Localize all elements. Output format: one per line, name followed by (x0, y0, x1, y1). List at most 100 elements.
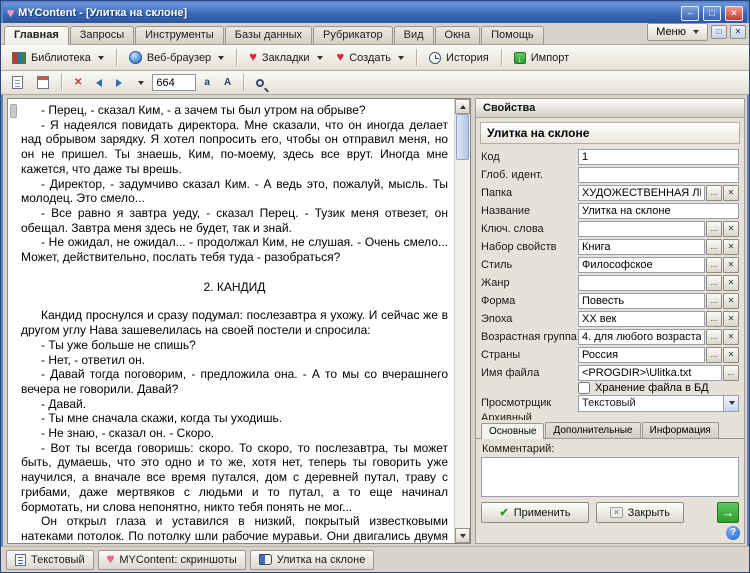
menu-tab[interactable]: Рубрикатор (313, 26, 393, 44)
app-heart-icon: ♥ (7, 6, 15, 20)
lookup-dots-button[interactable]: ... (706, 347, 722, 363)
go-next-button[interactable]: → (717, 502, 739, 523)
page-view-button[interactable] (6, 73, 29, 92)
clear-x-button[interactable]: ✕ (723, 275, 739, 291)
scroll-up-button[interactable] (455, 99, 470, 114)
property-value-input[interactable] (578, 293, 705, 309)
clear-x-button[interactable]: ✕ (723, 329, 739, 345)
create-button[interactable]: Создать (331, 48, 411, 67)
property-value-input[interactable] (578, 311, 705, 327)
menu-tab[interactable]: Окна (434, 26, 481, 44)
clear-x-button[interactable]: ✕ (723, 293, 739, 309)
properties-tab[interactable]: Информация (641, 422, 719, 438)
apply-button[interactable]: ✔ Применить (481, 502, 589, 523)
title-bar[interactable]: ♥ MYContent - [Улитка на склоне] – □ ✕ (3, 3, 747, 23)
font-increase-button[interactable]: A (218, 74, 237, 91)
clear-x-button[interactable]: ✕ (723, 221, 739, 237)
search-icon (256, 78, 265, 87)
library-button[interactable]: Библиотека (6, 49, 110, 67)
close-button[interactable]: ✕ (725, 5, 743, 21)
arrow-right-icon: → (721, 505, 735, 520)
text-viewer-pane: - Перец, - сказал Ким, - а зачем ты был … (7, 98, 471, 544)
property-value-input[interactable] (578, 149, 739, 165)
menu-tab[interactable]: Базы данных (224, 26, 313, 44)
viewer-label: Просмотрщик (481, 397, 552, 410)
property-value-input[interactable] (578, 347, 705, 363)
properties-tab[interactable]: Дополнительные (545, 422, 641, 438)
property-value-input[interactable] (578, 365, 722, 381)
red-x-icon: ✕ (74, 77, 83, 88)
property-value-input[interactable] (578, 275, 705, 291)
menu-tab[interactable]: Помощь (481, 26, 544, 44)
clear-x-button[interactable]: ✕ (723, 257, 739, 273)
lookup-dots-button[interactable]: ... (706, 257, 722, 273)
lookup-dots-button[interactable]: ... (706, 239, 722, 255)
property-row: Жанр... ✕ (481, 274, 739, 292)
viewer-dropdown-button[interactable] (723, 395, 738, 411)
menu-button[interactable]: Меню (647, 23, 708, 41)
menu-tab[interactable]: Запросы (69, 26, 135, 44)
mdi-close-button[interactable]: ✕ (730, 25, 746, 39)
property-label: Название (481, 205, 531, 217)
document-text[interactable]: - Перец, - сказал Ким, - а зачем ты был … (8, 99, 454, 543)
main-toolbar: Библиотека Веб-браузер Закладки Создать … (1, 45, 749, 71)
clear-x-button[interactable]: ✕ (723, 185, 739, 201)
viewer-value: Текстовый (582, 397, 636, 410)
scrollbar-track[interactable] (455, 114, 470, 528)
text-viewer-icon (15, 553, 26, 566)
toolbar-separator (61, 74, 62, 91)
property-value-input[interactable] (578, 239, 705, 255)
scroll-down-button[interactable] (455, 528, 470, 543)
menu-tab[interactable]: Главная (4, 26, 69, 45)
status-tab[interactable]: MYContent: скриншоты (97, 549, 246, 570)
property-value-input[interactable] (578, 257, 705, 273)
mdi-restore-button[interactable]: □ (711, 25, 727, 39)
lookup-dots-button[interactable]: ... (706, 185, 722, 201)
scrollbar-thumb[interactable] (456, 114, 469, 160)
clear-x-button[interactable]: ✕ (723, 311, 739, 327)
comment-textarea[interactable] (481, 457, 739, 497)
help-icon[interactable]: ? (726, 526, 740, 540)
property-value-input[interactable] (578, 185, 705, 201)
viewer-dropdown[interactable]: Текстовый (578, 394, 739, 412)
lookup-dots-button[interactable]: ... (706, 275, 722, 291)
lookup-dots-button[interactable]: ... (723, 365, 739, 381)
lookup-dots-button[interactable]: ... (706, 293, 722, 309)
web-browser-label: Веб-браузер (146, 51, 212, 64)
menu-tab[interactable]: Инструменты (135, 26, 224, 44)
maximize-button[interactable]: □ (703, 5, 721, 21)
toolbar-separator (115, 49, 117, 66)
search-button[interactable] (250, 76, 274, 90)
clear-x-button[interactable]: ✕ (723, 347, 739, 363)
lookup-dots-button[interactable]: ... (706, 329, 722, 345)
status-tab[interactable]: Текстовый (6, 549, 94, 570)
heart-icon (249, 51, 257, 64)
back-button[interactable] (90, 76, 108, 90)
minimize-button[interactable]: – (681, 5, 699, 21)
layout-view-button[interactable] (31, 73, 55, 92)
lookup-dots-button[interactable]: ... (706, 221, 722, 237)
close-properties-button[interactable]: ✕ Закрыть (596, 502, 684, 523)
lookup-dots-button[interactable]: ... (706, 311, 722, 327)
history-button[interactable]: История (423, 49, 495, 67)
font-decrease-button[interactable]: a (198, 74, 216, 91)
property-value-input[interactable] (578, 329, 705, 345)
store-in-db-checkbox[interactable] (578, 382, 590, 395)
position-counter-input[interactable] (152, 74, 197, 91)
property-label: Страны (481, 349, 521, 361)
import-button[interactable]: ↓ Импорт (508, 49, 575, 67)
status-tab[interactable]: Улитка на склоне (249, 549, 375, 570)
forward-button[interactable] (110, 76, 128, 90)
vertical-scrollbar[interactable] (454, 99, 470, 543)
properties-tab[interactable]: Основные (481, 423, 545, 439)
property-row: Название (481, 202, 739, 220)
property-value-input[interactable] (578, 203, 739, 219)
bookmarks-button[interactable]: Закладки (243, 48, 328, 67)
menu-tab[interactable]: Вид (393, 26, 434, 44)
remove-button[interactable]: ✕ (68, 74, 88, 91)
position-dropdown-button[interactable] (130, 78, 150, 88)
clear-x-button[interactable]: ✕ (723, 239, 739, 255)
property-value-input[interactable] (578, 167, 739, 183)
web-browser-button[interactable]: Веб-браузер (123, 48, 230, 67)
property-value-input[interactable] (578, 221, 705, 237)
